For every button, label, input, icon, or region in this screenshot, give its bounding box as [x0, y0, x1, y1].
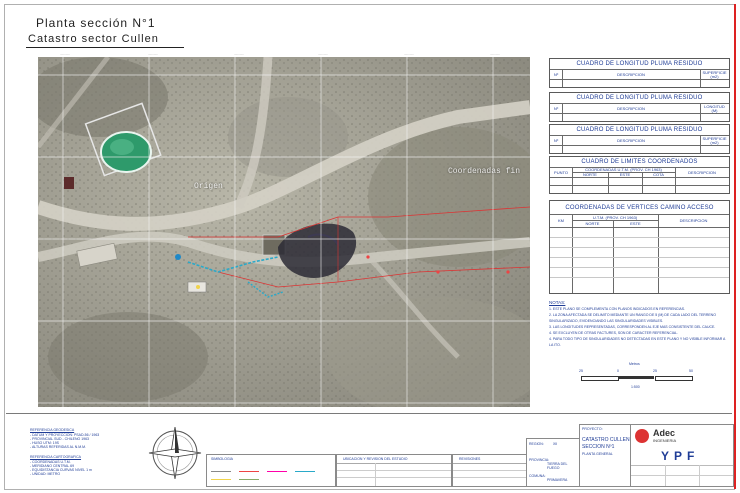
table-residue-length-a: CUADRO DE LONGITUD PLUMA RESIDUO Nº DESC… — [549, 58, 730, 88]
table-residue-length-c: CUADRO DE LONGITUD PLUMA RESIDUO Nº DESC… — [549, 124, 730, 154]
title-block: REFERENCIA GEODESICA - DATUM Y PROYECCIO… — [6, 413, 734, 488]
project-section: SECCION Nº1 — [582, 444, 615, 450]
table-limit-coordinates: CUADRO DE LIMITES COORDENADOS PUNTO COOR… — [549, 156, 730, 194]
project-name: CATASTRO CULLEN — [582, 437, 630, 443]
client-logo: YPF — [661, 449, 700, 463]
aerial-map-drawing — [38, 57, 530, 407]
company-name: Adec — [653, 428, 676, 438]
origin-label: Origen — [194, 182, 223, 191]
sheet-title: Planta sección N°1 — [36, 16, 156, 30]
scale-title: Metros — [629, 362, 640, 366]
north-arrow-icon — [148, 426, 202, 480]
location-review-box: UBICACION Y REVISION DEL ESTUDIO — [336, 454, 452, 487]
table-title: CUADRO DE LIMITES COORDENADOS — [581, 159, 698, 165]
symbology-box: SIMBOLOGIA — [206, 454, 336, 487]
company-box: Adec INGENIERIA YPF — [630, 424, 734, 487]
table-title: COORDENADAS DE VERTICES CAMINO ACCESO — [565, 205, 714, 211]
title-underline — [26, 47, 184, 48]
adec-logo — [635, 429, 649, 443]
note-item: 4. PARA TODO TIPO DE SINGULARIDADES NO D… — [549, 337, 726, 347]
revisions-box: REVISIONES — [452, 454, 528, 487]
scale-bar: Metros 25 0 25 50 1:500 — [579, 362, 693, 389]
project-drawing-type: PLANTA GENERAL — [582, 452, 613, 456]
sheet-subtitle: Catastro sector Cullen — [28, 33, 159, 45]
revisions-title: REVISIONES — [459, 457, 481, 461]
references-title: REFERENCIA GEODESICA — [30, 428, 75, 432]
table-title: CUADRO DE LONGITUD PLUMA RESIDUO — [576, 95, 703, 101]
symbology-title: SIMBOLOGIA — [211, 457, 233, 461]
carto-title: REFERENCIA CARTOGRAFICA — [30, 455, 82, 459]
notes-section: NOTAS: 1. ESTE PLANO SE COMPLEMENTA CON … — [549, 300, 729, 348]
table-title: CUADRO DE LONGITUD PLUMA RESIDUO — [576, 127, 703, 133]
location-info-box: REGION: XII PROVINCIA: TIERRA DEL FUEGO … — [526, 438, 580, 487]
end-coordinates-label: Coordenadas fin — [448, 167, 521, 176]
table-access-road-vertices: COORDENADAS DE VERTICES CAMINO ACCESO KM… — [549, 200, 730, 294]
table-title: CUADRO DE LONGITUD PLUMA RESIDUO — [576, 61, 703, 67]
table-residue-length-b: CUADRO DE LONGITUD PLUMA RESIDUO Nº DESC… — [549, 92, 730, 122]
company-sub: INGENIERIA — [653, 438, 677, 443]
scale-ratio: 1:500 — [631, 385, 640, 389]
note-item: 2. LA ZONA AFECTADA SE DELIMITO MEDIANTE… — [549, 313, 716, 323]
aerial-map[interactable]: Origen Coordenadas fin — [38, 57, 530, 407]
project-box: PROYECTO: CATASTRO CULLEN SECCION Nº1 PL… — [579, 424, 631, 487]
location-title: UBICACION Y REVISION DEL ESTUDIO — [343, 457, 408, 461]
sheet-red-edge — [734, 4, 736, 489]
